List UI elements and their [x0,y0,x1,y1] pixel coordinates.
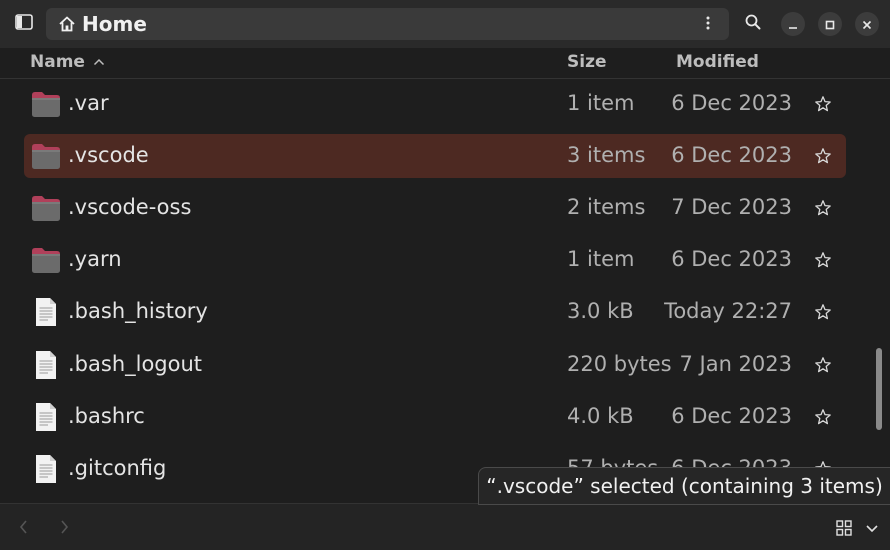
search-button[interactable] [738,9,768,39]
star-icon[interactable] [814,355,832,373]
location-label[interactable]: Home [82,12,147,36]
search-icon [745,14,761,34]
sort-ascending-icon [93,58,105,66]
file-row[interactable]: .vscode 3 items 6 Dec 2023 [24,134,846,178]
location-bar[interactable]: Home [46,8,729,40]
text-file-icon [30,402,62,432]
column-header-name[interactable]: Name [30,52,105,72]
file-name: .vscode-oss [68,195,192,219]
file-modified: 7 Jan 2023 [679,352,792,376]
file-size: 4.0 kB [567,404,634,428]
chevron-right-icon [61,520,69,534]
file-row[interactable]: .yarn 1 item 6 Dec 2023 [24,238,846,282]
chevron-down-icon [866,525,878,533]
file-modified: Today 22:27 [664,299,792,323]
column-header-modified[interactable]: Modified [676,52,759,72]
file-list: .var 1 item 6 Dec 2023 .vscode 3 items 6… [0,79,890,503]
file-size: 1 item [567,91,635,115]
text-file-icon [30,454,62,484]
folder-icon [30,193,62,223]
maximize-icon [825,15,835,34]
sidebar-toggle-button[interactable] [9,9,39,39]
column-header-size[interactable]: Size [567,52,607,72]
folder-icon [30,245,62,275]
file-name: .bashrc [68,404,145,428]
back-button[interactable] [14,516,34,538]
star-icon[interactable] [814,407,832,425]
file-size: 1 item [567,247,635,271]
location-menu-button[interactable] [693,9,723,39]
file-row[interactable]: .bash_logout 220 bytes 7 Jan 2023 [24,343,846,387]
file-modified: 6 Dec 2023 [671,247,792,271]
file-size: 2 items [567,195,646,219]
file-size: 3.0 kB [567,299,634,323]
star-icon[interactable] [814,198,832,216]
chevron-left-icon [19,520,27,534]
kebab-menu-icon [706,15,710,34]
grid-view-icon [836,520,852,536]
scrollbar-thumb[interactable] [876,348,882,430]
file-name: .vscode [68,143,149,167]
minimize-icon [788,15,798,34]
sidebar-toggle-icon [15,14,33,34]
bottom-bar [0,503,890,550]
close-button[interactable] [855,12,879,36]
file-row[interactable]: .vscode-oss 2 items 7 Dec 2023 [24,186,846,230]
file-row[interactable]: .bash_history 3.0 kB Today 22:27 [24,290,846,334]
file-row[interactable]: .var 1 item 6 Dec 2023 [24,82,846,126]
file-modified: 7 Dec 2023 [671,195,792,219]
star-icon[interactable] [814,94,832,112]
text-file-icon [30,297,62,327]
star-icon[interactable] [814,146,832,164]
file-row[interactable]: .bashrc 4.0 kB 6 Dec 2023 [24,395,846,439]
selection-status-popup: “.vscode” selected (containing 3 items) [478,467,890,505]
close-icon [862,15,872,34]
star-icon[interactable] [814,302,832,320]
file-modified: 6 Dec 2023 [671,143,792,167]
file-name: .var [68,91,109,115]
grid-view-button[interactable] [834,518,854,538]
file-name: .bash_logout [68,352,203,376]
home-icon [58,15,76,33]
maximize-button[interactable] [818,12,842,36]
folder-icon [30,89,62,119]
selection-status-text: “.vscode” selected (containing 3 items) [486,474,883,498]
file-modified: 6 Dec 2023 [671,404,792,428]
header-bar: Home [0,0,890,48]
text-file-icon [30,350,62,380]
file-name: .gitconfig [68,456,167,480]
minimize-button[interactable] [781,12,805,36]
file-name: .bash_history [68,299,208,323]
file-size: 220 bytes [567,352,672,376]
column-header-name-label: Name [30,52,85,72]
folder-icon [30,141,62,171]
star-icon[interactable] [814,250,832,268]
view-options-button[interactable] [864,518,880,538]
forward-button[interactable] [54,516,74,538]
file-modified: 6 Dec 2023 [671,91,792,115]
file-size: 3 items [567,143,646,167]
column-header-row: Name Size Modified [0,48,890,79]
file-name: .yarn [68,247,122,271]
file-manager-window: Home Name Size Modified .var 1 item 6 De… [0,0,890,550]
